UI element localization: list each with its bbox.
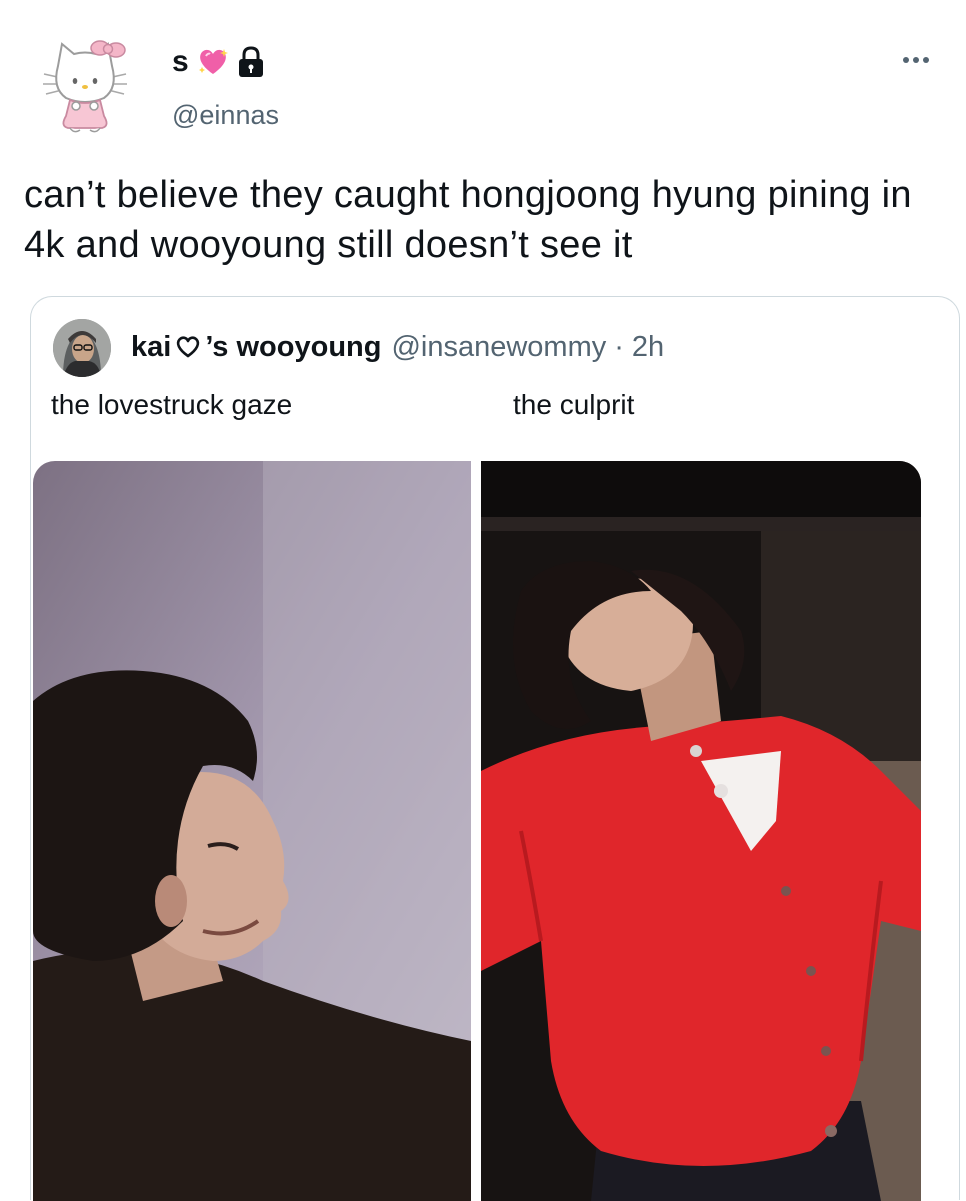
hello-kitty-icon — [43, 40, 127, 133]
quoted-timestamp[interactable]: 2h — [632, 331, 664, 364]
more-dot — [923, 57, 929, 63]
lock-icon — [238, 46, 263, 77]
quoted-handle[interactable]: @insanewommy — [391, 331, 606, 364]
quoted-author-avatar[interactable] — [53, 319, 111, 377]
tweet-text: can’t believe they caught hongjoong hyun… — [24, 174, 912, 266]
caption-right: the culprit — [513, 389, 635, 420]
author-display-name[interactable]: s — [172, 45, 190, 79]
media-photo-right[interactable] — [481, 461, 921, 1201]
heart-outline-icon — [177, 336, 200, 358]
media-photo-left[interactable] — [33, 461, 471, 1201]
author-avatar[interactable] — [40, 36, 130, 136]
quoted-header[interactable]: kai ’s wooyoung @insanewommy · 2h — [131, 325, 664, 369]
photo-smiling-profile — [33, 461, 471, 1201]
sparkling-heart-icon — [198, 49, 228, 74]
photo-red-cardigan — [481, 461, 921, 1201]
author-handle[interactable]: @einnas — [172, 100, 279, 131]
more-dot — [913, 57, 919, 63]
quoted-separator: · — [614, 330, 624, 363]
quoted-tweet-card[interactable]: kai ’s wooyoung @insanewommy · 2h the lo… — [30, 296, 960, 1201]
author-name-row[interactable]: s — [172, 42, 266, 82]
avatar-photo — [53, 319, 111, 377]
quoted-display-name[interactable]: kai ’s wooyoung — [131, 331, 381, 364]
more-options-icon[interactable] — [896, 50, 936, 70]
quoted-name-suffix: ’s wooyoung — [205, 330, 382, 363]
quoted-name-prefix: kai — [131, 330, 172, 363]
more-dot — [903, 57, 909, 63]
caption-left: the lovestruck gaze — [51, 389, 293, 420]
